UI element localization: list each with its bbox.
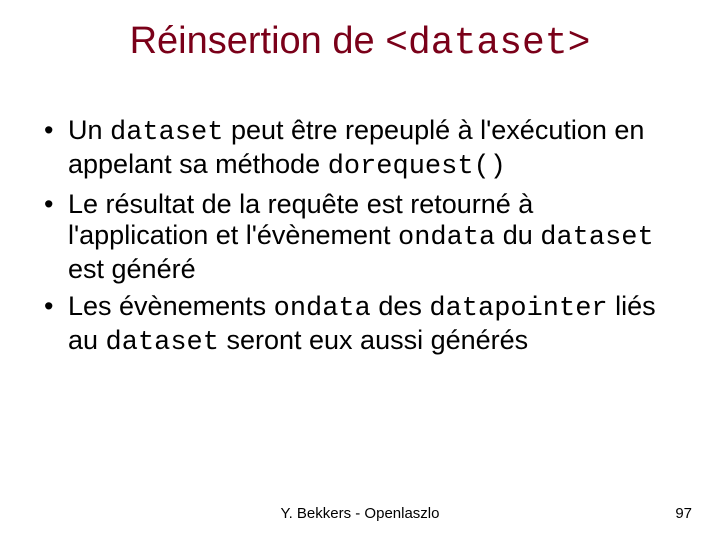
code-text: ondata — [274, 294, 371, 324]
bullet-list: Un dataset peut être repeuplé à l'exécut… — [40, 115, 680, 359]
body-text: est généré — [68, 254, 196, 284]
bullet-item: Le résultat de la requête est retourné à… — [40, 189, 680, 285]
body-text: du — [495, 220, 540, 250]
slide: Réinsertion de <dataset> Un dataset peut… — [0, 0, 720, 540]
body-text: Un — [68, 115, 110, 145]
body-text: seront eux aussi générés — [219, 325, 528, 355]
code-text: dataset — [110, 118, 223, 148]
code-text: datapointer — [429, 294, 607, 324]
bullet-item: Un dataset peut être repeuplé à l'exécut… — [40, 115, 680, 183]
footer-author: Y. Bekkers - Openlaszlo — [0, 505, 720, 522]
body-text: Les évènements — [68, 291, 274, 321]
code-text: dataset — [540, 223, 653, 253]
code-text: dorequest() — [328, 152, 506, 182]
footer-page-number: 97 — [675, 505, 692, 522]
slide-title: Réinsertion de <dataset> — [0, 20, 720, 65]
bullet-item: Les évènements ondata des datapointer li… — [40, 291, 680, 359]
code-text: ondata — [398, 223, 495, 253]
title-code: <dataset> — [385, 22, 590, 65]
code-text: dataset — [106, 328, 219, 358]
body-text: des — [371, 291, 430, 321]
title-prefix: Réinsertion de — [130, 20, 386, 62]
slide-body: Un dataset peut être repeuplé à l'exécut… — [40, 115, 680, 365]
